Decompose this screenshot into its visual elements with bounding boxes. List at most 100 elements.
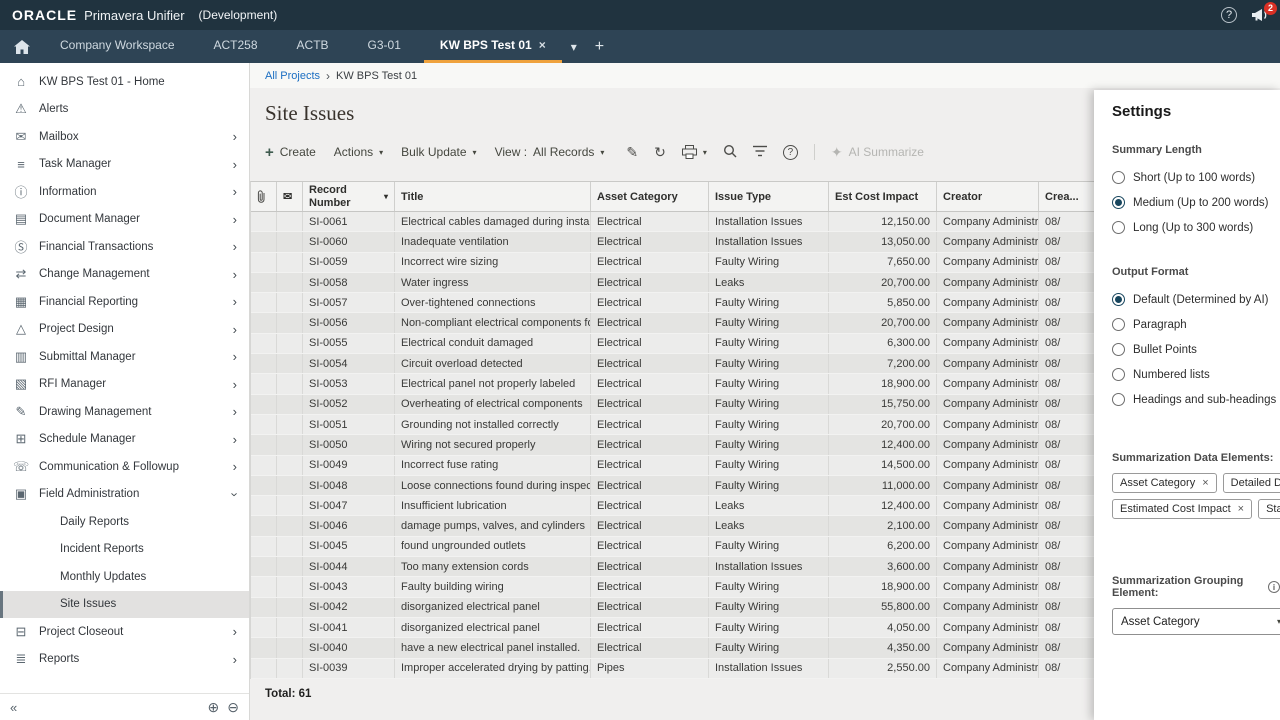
creator-column-header[interactable]: Creator [937,182,1039,211]
radio-button-icon[interactable] [1112,171,1125,184]
table-row[interactable]: SI-0040 have a new electrical panel inst… [251,638,1094,658]
output-format-option[interactable]: Bullet Points [1112,337,1280,362]
issue-type-column-header[interactable]: Issue Type [709,182,829,211]
sidebar-item[interactable]: ▦ Financial Reporting › [0,288,249,316]
tab-list-dropdown[interactable]: ▾ [562,30,586,63]
table-row[interactable]: SI-0059 Incorrect wire sizing Electrical… [251,253,1094,273]
sidebar-item[interactable]: ⊞ Schedule Manager › [0,426,249,454]
home-tab-button[interactable] [0,30,44,63]
sidebar-item[interactable]: Monthly Updates [0,563,249,591]
table-row[interactable]: SI-0049 Incorrect fuse rating Electrical… [251,456,1094,476]
sidebar-item[interactable]: ▤ Document Manager › [0,206,249,234]
output-format-option[interactable]: Paragraph [1112,312,1280,337]
attachment-column-header[interactable] [251,182,277,211]
edit-icon[interactable]: ✎ [626,145,638,159]
refresh-icon[interactable]: ↻ [654,145,666,159]
sidebar-item[interactable]: ☏ Communication & Followup › [0,453,249,481]
radio-button-icon[interactable] [1112,221,1125,234]
table-row[interactable]: SI-0060 Inadequate ventilation Electrica… [251,232,1094,252]
output-format-option[interactable]: Numbered lists [1112,362,1280,387]
workspace-tab[interactable]: G3-01 [352,30,424,63]
table-row[interactable]: SI-0054 Circuit overload detected Electr… [251,354,1094,374]
sidebar-item[interactable]: ⚠ Alerts [0,96,249,124]
announcements-button[interactable]: 2 [1251,8,1268,22]
breadcrumb-all-projects-link[interactable]: All Projects [265,70,320,82]
search-button[interactable] [723,144,737,161]
radio-button-icon[interactable] [1112,393,1125,406]
zoom-in-icon[interactable]: ⊕ [208,699,220,716]
title-column-header[interactable]: Title [395,182,591,211]
add-tab-button[interactable]: + [586,30,613,63]
remove-chip-icon[interactable]: × [1202,477,1208,489]
workspace-tab[interactable]: Company Workspace [44,30,198,63]
table-row[interactable]: SI-0043 Faulty building wiring Electrica… [251,577,1094,597]
table-row[interactable]: SI-0055 Electrical conduit damaged Elect… [251,334,1094,354]
creation-date-column-header[interactable]: Crea... [1039,182,1095,211]
close-icon[interactable]: × [539,38,546,52]
sidebar-item[interactable]: Ⓢ Financial Transactions › [0,233,249,261]
radio-button-icon[interactable] [1112,196,1125,209]
collapse-sidebar-button[interactable]: « [10,700,17,715]
table-row[interactable]: SI-0045 found ungrounded outlets Electri… [251,537,1094,557]
sidebar-item[interactable]: ⌂ KW BPS Test 01 - Home [0,68,249,96]
sidebar-item[interactable]: ▣ Field Administration › [0,481,249,509]
workspace-tab[interactable]: ACT258 [198,30,281,63]
filter-button[interactable] [753,145,767,160]
table-row[interactable]: SI-0048 Loose connections found during i… [251,476,1094,496]
table-row[interactable]: SI-0057 Over-tightened connections Elect… [251,293,1094,313]
summary-length-option[interactable]: Short (Up to 100 words) [1112,165,1280,190]
table-row[interactable]: SI-0042 disorganized electrical panel El… [251,598,1094,618]
sidebar-item[interactable]: Incident Reports [0,536,249,564]
sidebar-item[interactable]: ✉ Mailbox › [0,123,249,151]
radio-button-icon[interactable] [1112,343,1125,356]
chevron-right-icon: › [233,405,237,418]
print-button[interactable]: ▾ [682,145,707,159]
sidebar-item[interactable]: ≣ Reports › [0,646,249,674]
sidebar-item[interactable]: ▥ Submittal Manager › [0,343,249,371]
view-selector[interactable]: All Records ▾ [533,145,604,159]
table-row[interactable]: SI-0052 Overheating of electrical compon… [251,395,1094,415]
sidebar-item[interactable]: ✎ Drawing Management › [0,398,249,426]
sidebar-item[interactable]: ⇄ Change Management › [0,261,249,289]
ai-summarize-button[interactable]: ✦ AI Summarize [831,145,924,159]
radio-button-icon[interactable] [1112,368,1125,381]
table-row[interactable]: SI-0041 disorganized electrical panel El… [251,618,1094,638]
table-row[interactable]: SI-0053 Electrical panel not properly la… [251,374,1094,394]
table-row[interactable]: SI-0058 Water ingress Electrical Leaks 2… [251,273,1094,293]
create-button[interactable]: + Create [265,144,316,161]
zoom-out-icon[interactable]: ⊖ [227,699,239,716]
sidebar-item[interactable]: ▧ RFI Manager › [0,371,249,399]
sidebar-item[interactable]: △ Project Design › [0,316,249,344]
summary-length-option[interactable]: Long (Up to 300 words) [1112,215,1280,240]
table-row[interactable]: SI-0050 Wiring not secured properly Elec… [251,435,1094,455]
table-row[interactable]: SI-0044 Too many extension cords Electri… [251,557,1094,577]
workspace-tab[interactable]: ACTB [281,30,352,63]
record-number-column-header[interactable]: Record Number ▾ [303,182,395,211]
summary-length-option[interactable]: Medium (Up to 200 words) [1112,190,1280,215]
table-row[interactable]: SI-0047 Insufficient lubrication Electri… [251,496,1094,516]
table-row[interactable]: SI-0061 Electrical cables damaged during… [251,212,1094,232]
actions-menu-button[interactable]: Actions ▾ [334,145,383,159]
sidebar-item[interactable]: ⓘ Information › [0,178,249,206]
table-row[interactable]: SI-0056 Non-compliant electrical compone… [251,313,1094,333]
output-format-option[interactable]: Default (Determined by AI) [1112,287,1280,312]
output-format-option[interactable]: Headings and sub-headings [1112,387,1280,412]
table-row[interactable]: SI-0039 Improper accelerated drying by p… [251,659,1094,679]
est-cost-impact-column-header[interactable]: Est Cost Impact [829,182,937,211]
remove-chip-icon[interactable]: × [1238,503,1244,515]
mail-column-header[interactable]: ✉ [277,182,303,211]
grouping-element-select[interactable]: Asset Category ▾ [1112,608,1280,635]
help-icon[interactable]: ? [783,145,798,160]
radio-button-icon[interactable] [1112,293,1125,306]
sidebar-item[interactable]: Daily Reports [0,508,249,536]
table-row[interactable]: SI-0051 Grounding not installed correctl… [251,415,1094,435]
sidebar-item[interactable]: ⊟ Project Closeout › [0,618,249,646]
help-icon[interactable]: ? [1221,7,1237,23]
table-row[interactable]: SI-0046 damage pumps, valves, and cylind… [251,516,1094,536]
sidebar-item[interactable]: Site Issues [0,591,249,619]
workspace-tab[interactable]: KW BPS Test 01 × [424,30,562,63]
bulk-update-menu-button[interactable]: Bulk Update ▾ [401,145,476,159]
asset-category-column-header[interactable]: Asset Category [591,182,709,211]
radio-button-icon[interactable] [1112,318,1125,331]
sidebar-item[interactable]: ≡ Task Manager › [0,151,249,179]
